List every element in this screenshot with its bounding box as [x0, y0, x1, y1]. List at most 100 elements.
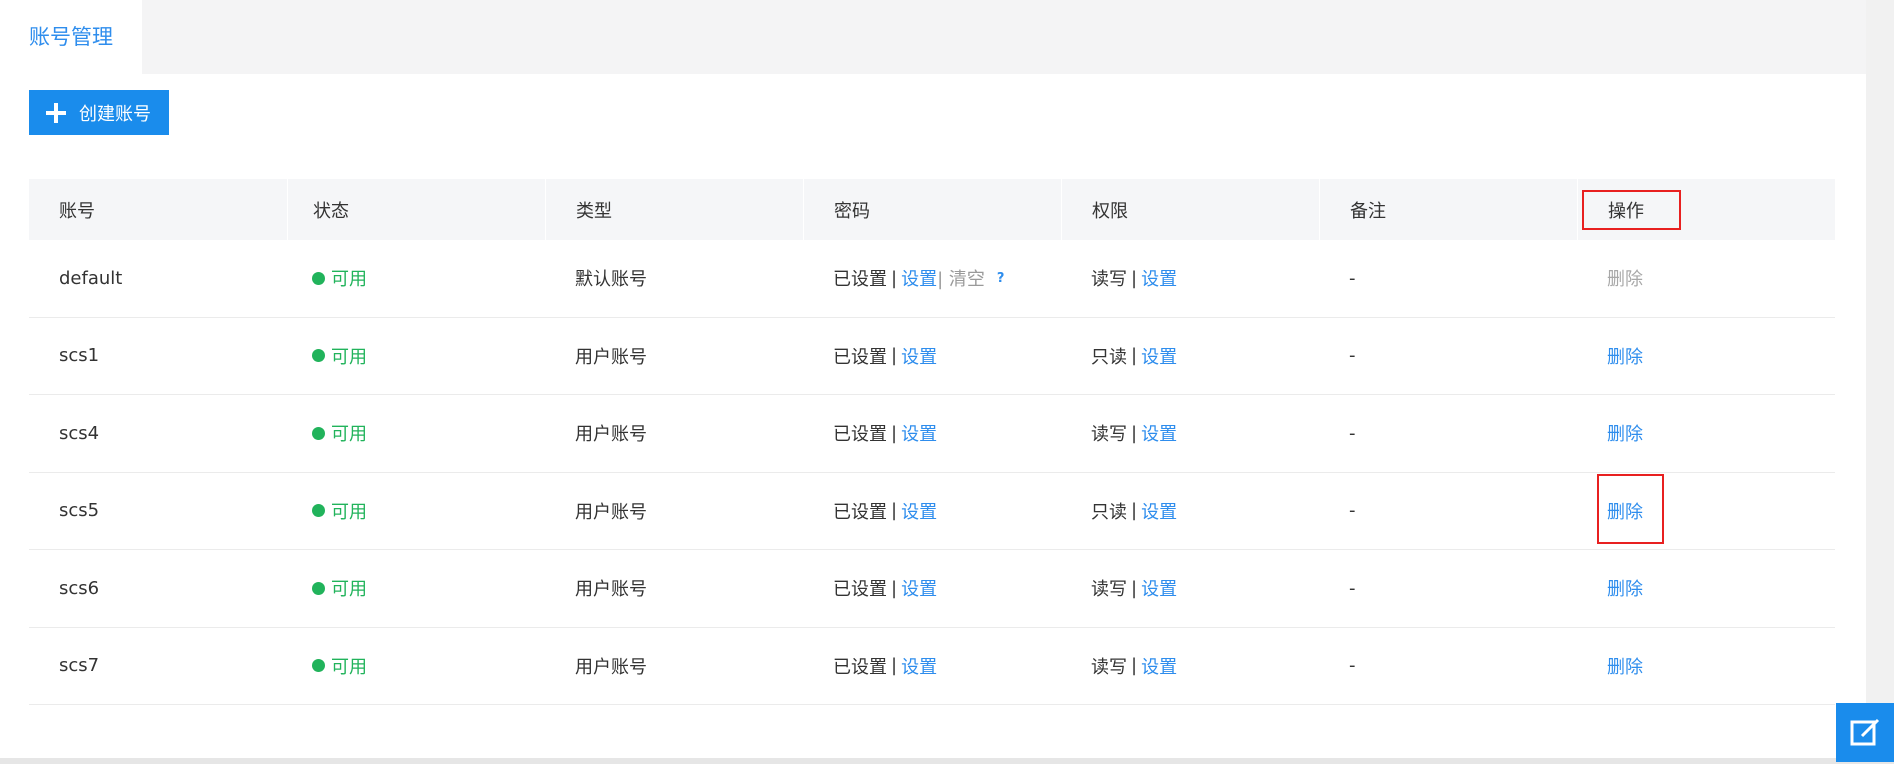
- separator: |: [891, 267, 898, 289]
- table-row: scs1 可用 用户账号 已设置 | 设置 只读 | 设置 - 删除: [29, 318, 1835, 395]
- cell-account: scs5: [59, 500, 100, 522]
- create-account-label: 创建账号: [79, 103, 151, 125]
- cell-password: 已设置 | 设置: [803, 550, 1061, 627]
- cell-permission: 只读 | 设置: [1061, 318, 1319, 395]
- header-password: 密码: [803, 179, 1061, 240]
- delete-button[interactable]: 删除: [1607, 575, 1643, 601]
- set-password-link[interactable]: 设置: [901, 420, 937, 446]
- cell-account: scs6: [59, 577, 100, 599]
- edit-float-button[interactable]: [1836, 703, 1894, 762]
- set-permission-link[interactable]: 设置: [1141, 653, 1177, 679]
- header-permission: 权限: [1061, 179, 1319, 240]
- set-permission-link[interactable]: 设置: [1141, 265, 1177, 291]
- cell-permission: 读写 | 设置: [1061, 628, 1319, 705]
- permission-value: 读写: [1091, 656, 1127, 678]
- cell-status: 可用: [287, 628, 545, 705]
- separator: |: [1131, 655, 1138, 677]
- separator: |: [891, 577, 898, 599]
- cell-password: 已设置 | 设置 | 清空 ?: [803, 240, 1061, 317]
- set-permission-link[interactable]: 设置: [1141, 343, 1177, 369]
- status-dot-icon: [312, 659, 325, 673]
- cell-remark: -: [1349, 422, 1356, 444]
- set-password-link[interactable]: 设置: [901, 498, 937, 524]
- delete-button[interactable]: 删除: [1607, 420, 1643, 446]
- status-text: 可用: [331, 269, 367, 291]
- set-password-link[interactable]: 设置: [901, 575, 937, 601]
- cell-status: 可用: [287, 473, 545, 550]
- cell-permission: 读写 | 设置: [1061, 240, 1319, 317]
- set-password-link[interactable]: 设置: [901, 265, 937, 291]
- status-dot-icon: [312, 426, 325, 440]
- separator: |: [1131, 267, 1138, 289]
- cell-permission: 读写 | 设置: [1061, 550, 1319, 627]
- cell-remark: -: [1349, 655, 1356, 677]
- cell-action: 删除: [1577, 628, 1835, 705]
- cell-account: default: [59, 267, 123, 289]
- permission-value: 读写: [1091, 269, 1127, 291]
- cell-action: 删除: [1577, 473, 1835, 550]
- separator: |: [891, 655, 898, 677]
- status-dot-icon: [312, 504, 325, 518]
- horizontal-scrollbar[interactable]: [0, 758, 1894, 764]
- table-row: scs4 可用 用户账号 已设置 | 设置 读写 | 设置 - 删除: [29, 395, 1835, 473]
- cell-password: 已设置 | 设置: [803, 473, 1061, 550]
- status-dot-icon: [312, 349, 325, 363]
- cell-status: 可用: [287, 318, 545, 395]
- cell-remark: -: [1349, 267, 1356, 289]
- password-state: 已设置: [833, 424, 887, 446]
- table-header: 账号 状态 类型 密码 权限 备注 操作: [29, 179, 1835, 240]
- header-action: 操作: [1577, 179, 1835, 240]
- cell-type: 用户账号: [575, 501, 647, 523]
- permission-value: 只读: [1091, 501, 1127, 523]
- delete-button[interactable]: 删除: [1607, 498, 1643, 524]
- table-row: scs6 可用 用户账号 已设置 | 设置 读写 | 设置 - 删除: [29, 550, 1835, 628]
- set-password-link[interactable]: 设置: [901, 343, 937, 369]
- cell-status: 可用: [287, 395, 545, 472]
- cell-status: 可用: [287, 240, 545, 317]
- delete-button[interactable]: 删除: [1607, 653, 1643, 679]
- cell-account: scs1: [59, 345, 100, 367]
- cell-account: scs7: [59, 655, 100, 677]
- separator: |: [1131, 345, 1138, 367]
- clear-password-link[interactable]: | 清空: [937, 265, 985, 291]
- cell-password: 已设置 | 设置: [803, 395, 1061, 472]
- cell-type: 用户账号: [575, 579, 647, 601]
- password-state: 已设置: [833, 269, 887, 291]
- delete-button[interactable]: 删除: [1607, 343, 1643, 369]
- separator: |: [1131, 422, 1138, 444]
- separator: |: [891, 422, 898, 444]
- create-account-button[interactable]: 创建账号: [29, 90, 169, 135]
- cell-permission: 读写 | 设置: [1061, 395, 1319, 472]
- cell-type: 用户账号: [575, 424, 647, 446]
- set-permission-link[interactable]: 设置: [1141, 498, 1177, 524]
- status-text: 可用: [331, 346, 367, 368]
- cell-account: scs4: [59, 422, 100, 444]
- cell-action: 删除: [1577, 240, 1835, 317]
- help-icon[interactable]: ?: [997, 271, 1005, 286]
- status-text: 可用: [331, 424, 367, 446]
- password-state: 已设置: [833, 656, 887, 678]
- permission-value: 只读: [1091, 346, 1127, 368]
- cell-permission: 只读 | 设置: [1061, 473, 1319, 550]
- cell-password: 已设置 | 设置: [803, 628, 1061, 705]
- cell-type: 用户账号: [575, 346, 647, 368]
- set-permission-link[interactable]: 设置: [1141, 575, 1177, 601]
- tab-bar: 账号管理: [0, 0, 1866, 74]
- table-row: scs7 可用 用户账号 已设置 | 设置 读写 | 设置 - 删除: [29, 628, 1835, 705]
- status-text: 可用: [331, 579, 367, 601]
- status-text: 可用: [331, 656, 367, 678]
- status-text: 可用: [331, 501, 367, 523]
- separator: |: [891, 500, 898, 522]
- tab-account-management[interactable]: 账号管理: [0, 0, 142, 74]
- vertical-scrollbar[interactable]: [1866, 0, 1894, 764]
- account-management-page: 账号管理 创建账号 账号 状态 类型 密码 权限 备注 操作 default 可…: [0, 0, 1894, 764]
- edit-icon: [1850, 718, 1880, 745]
- cell-action: 删除: [1577, 550, 1835, 627]
- table-row: scs5 可用 用户账号 已设置 | 设置 只读 | 设置 - 删除: [29, 473, 1835, 550]
- separator: |: [891, 345, 898, 367]
- cell-status: 可用: [287, 550, 545, 627]
- set-password-link[interactable]: 设置: [901, 653, 937, 679]
- cell-password: 已设置 | 设置: [803, 318, 1061, 395]
- set-permission-link[interactable]: 设置: [1141, 420, 1177, 446]
- header-status: 状态: [287, 179, 545, 240]
